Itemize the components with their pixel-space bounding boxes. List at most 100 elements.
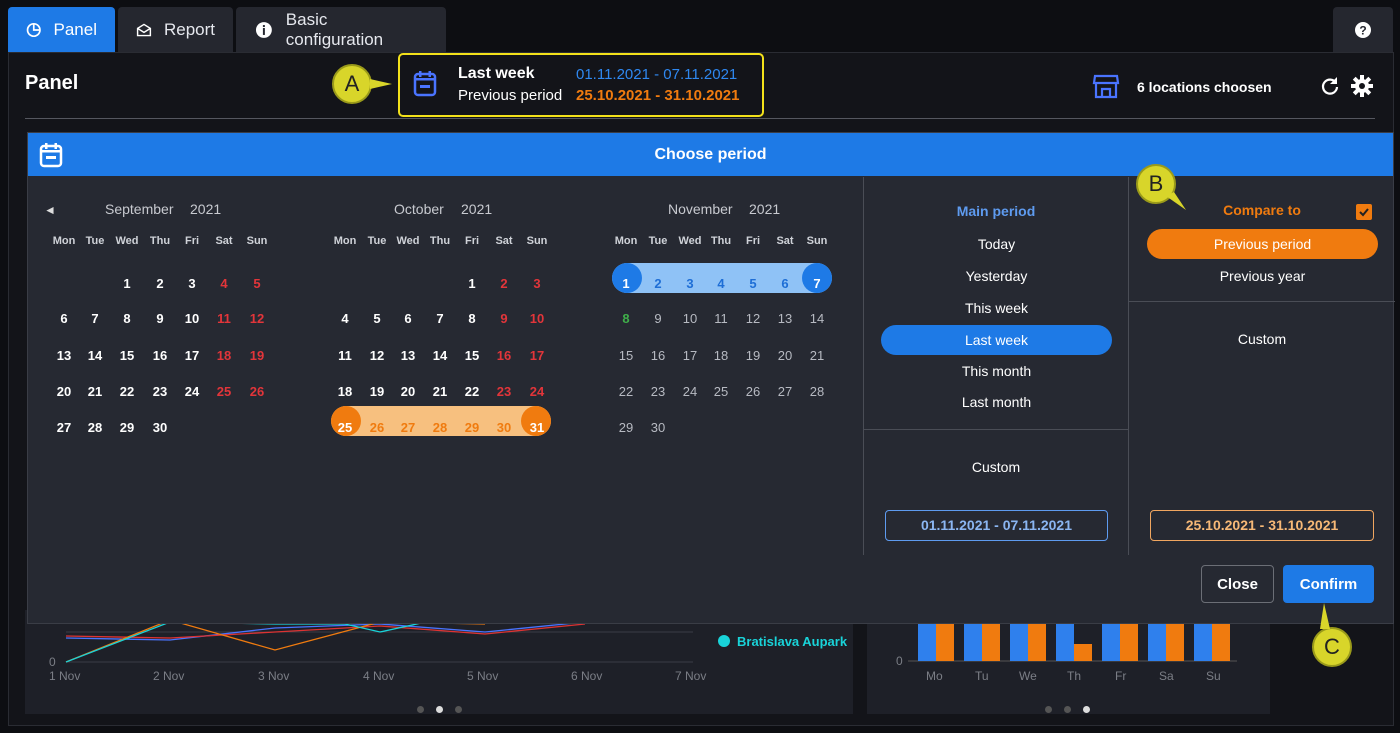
- calendar-day[interactable]: 12: [738, 312, 768, 326]
- carousel-dot[interactable]: [1064, 706, 1071, 713]
- calendar-day[interactable]: 2: [145, 277, 175, 291]
- compare-custom-label[interactable]: Custom: [1129, 331, 1395, 347]
- calendar-day[interactable]: 16: [145, 349, 175, 363]
- calendar-day[interactable]: 8: [457, 312, 487, 326]
- calendar-day[interactable]: 4: [209, 277, 239, 291]
- calendar-day[interactable]: 6: [393, 312, 423, 326]
- help-button[interactable]: ?: [1333, 7, 1393, 52]
- calendar-day[interactable]: 6: [770, 277, 800, 291]
- carousel-dot[interactable]: [417, 706, 424, 713]
- calendar-day[interactable]: 7: [802, 277, 832, 291]
- calendar-day[interactable]: 7: [80, 312, 110, 326]
- tab-report[interactable]: Report: [118, 7, 233, 52]
- close-button[interactable]: Close: [1201, 565, 1274, 603]
- calendar-day[interactable]: 4: [706, 277, 736, 291]
- calendar-day[interactable]: 5: [362, 312, 392, 326]
- calendar-day[interactable]: 18: [209, 349, 239, 363]
- calendar-day[interactable]: 1: [457, 277, 487, 291]
- calendar-day[interactable]: 29: [611, 421, 641, 435]
- calendar-day[interactable]: 16: [643, 349, 673, 363]
- calendar-day[interactable]: 23: [145, 385, 175, 399]
- tab-basic-configuration[interactable]: Basic configuration: [236, 7, 446, 52]
- calendar-day[interactable]: 14: [425, 349, 455, 363]
- calendar-day[interactable]: 22: [611, 385, 641, 399]
- calendar-day[interactable]: 30: [489, 421, 519, 435]
- calendar-day[interactable]: 24: [675, 385, 705, 399]
- calendar-day[interactable]: 21: [425, 385, 455, 399]
- calendar-day[interactable]: 11: [706, 312, 736, 326]
- calendar-day[interactable]: 20: [393, 385, 423, 399]
- calendar-day[interactable]: 26: [362, 421, 392, 435]
- calendar-day[interactable]: 14: [80, 349, 110, 363]
- calendar-day[interactable]: 28: [425, 421, 455, 435]
- locations-count[interactable]: 6 locations choosen: [1137, 79, 1272, 95]
- calendar-day[interactable]: 27: [770, 385, 800, 399]
- calendar-day[interactable]: 13: [49, 349, 79, 363]
- calendar-day[interactable]: 21: [80, 385, 110, 399]
- calendar-day[interactable]: 25: [706, 385, 736, 399]
- calendar-day[interactable]: 2: [643, 277, 673, 291]
- calendar-day[interactable]: 2: [489, 277, 519, 291]
- gear-icon[interactable]: [1351, 75, 1373, 97]
- option-last-week[interactable]: Last week: [881, 325, 1112, 355]
- calendar-day[interactable]: 22: [112, 385, 142, 399]
- calendar-day[interactable]: 14: [802, 312, 832, 326]
- option-previous-year[interactable]: Previous year: [1147, 261, 1378, 291]
- calendar-day[interactable]: 19: [362, 385, 392, 399]
- refresh-icon[interactable]: [1320, 76, 1340, 96]
- calendar-day[interactable]: 24: [522, 385, 552, 399]
- calendar-day[interactable]: 26: [738, 385, 768, 399]
- calendar-day[interactable]: 17: [522, 349, 552, 363]
- option-this-week[interactable]: This week: [881, 293, 1112, 323]
- calendar-day[interactable]: 11: [209, 312, 239, 326]
- calendar-day[interactable]: 27: [49, 421, 79, 435]
- calendar-day[interactable]: 9: [489, 312, 519, 326]
- calendar-day[interactable]: 30: [643, 421, 673, 435]
- main-range-field[interactable]: 01.11.2021 - 07.11.2021: [885, 510, 1108, 541]
- calendar-day[interactable]: 21: [802, 349, 832, 363]
- calendar-day[interactable]: 3: [522, 277, 552, 291]
- confirm-button[interactable]: Confirm: [1283, 565, 1374, 603]
- carousel-dot[interactable]: [1083, 706, 1090, 713]
- calendar-day[interactable]: 12: [242, 312, 272, 326]
- calendar-day[interactable]: 17: [177, 349, 207, 363]
- calendar-day[interactable]: 3: [675, 277, 705, 291]
- calendar-day[interactable]: 15: [611, 349, 641, 363]
- option-today[interactable]: Today: [881, 229, 1112, 259]
- calendar-day[interactable]: 19: [738, 349, 768, 363]
- calendar-day[interactable]: 27: [393, 421, 423, 435]
- calendar-day[interactable]: 29: [457, 421, 487, 435]
- tab-panel[interactable]: Panel: [8, 7, 115, 52]
- compare-range-field[interactable]: 25.10.2021 - 31.10.2021: [1150, 510, 1374, 541]
- calendar-day[interactable]: 17: [675, 349, 705, 363]
- calendar-day[interactable]: 19: [242, 349, 272, 363]
- prev-month-arrow[interactable]: ◄: [44, 203, 56, 217]
- calendar-day[interactable]: 23: [643, 385, 673, 399]
- calendar-day[interactable]: 10: [177, 312, 207, 326]
- calendar-day[interactable]: 8: [611, 312, 641, 326]
- calendar-day[interactable]: 11: [330, 349, 360, 363]
- main-custom-label[interactable]: Custom: [864, 459, 1128, 475]
- calendar-day[interactable]: 6: [49, 312, 79, 326]
- option-this-month[interactable]: This month: [881, 356, 1112, 386]
- period-summary[interactable]: [398, 53, 764, 117]
- calendar-day[interactable]: 13: [770, 312, 800, 326]
- calendar-day[interactable]: 9: [145, 312, 175, 326]
- calendar-day[interactable]: 12: [362, 349, 392, 363]
- calendar-day[interactable]: 15: [112, 349, 142, 363]
- compare-checkbox[interactable]: [1356, 204, 1372, 220]
- calendar-day[interactable]: 10: [522, 312, 552, 326]
- calendar-day[interactable]: 22: [457, 385, 487, 399]
- calendar-day[interactable]: 16: [489, 349, 519, 363]
- calendar-day[interactable]: 18: [330, 385, 360, 399]
- calendar-day[interactable]: 8: [112, 312, 142, 326]
- option-last-month[interactable]: Last month: [881, 387, 1112, 417]
- carousel-dot[interactable]: [455, 706, 462, 713]
- option-yesterday[interactable]: Yesterday: [881, 261, 1112, 291]
- calendar-day[interactable]: 7: [425, 312, 455, 326]
- carousel-dot[interactable]: [436, 706, 443, 713]
- calendar-day[interactable]: 20: [49, 385, 79, 399]
- calendar-day[interactable]: 23: [489, 385, 519, 399]
- calendar-day[interactable]: 15: [457, 349, 487, 363]
- calendar-day[interactable]: 5: [242, 277, 272, 291]
